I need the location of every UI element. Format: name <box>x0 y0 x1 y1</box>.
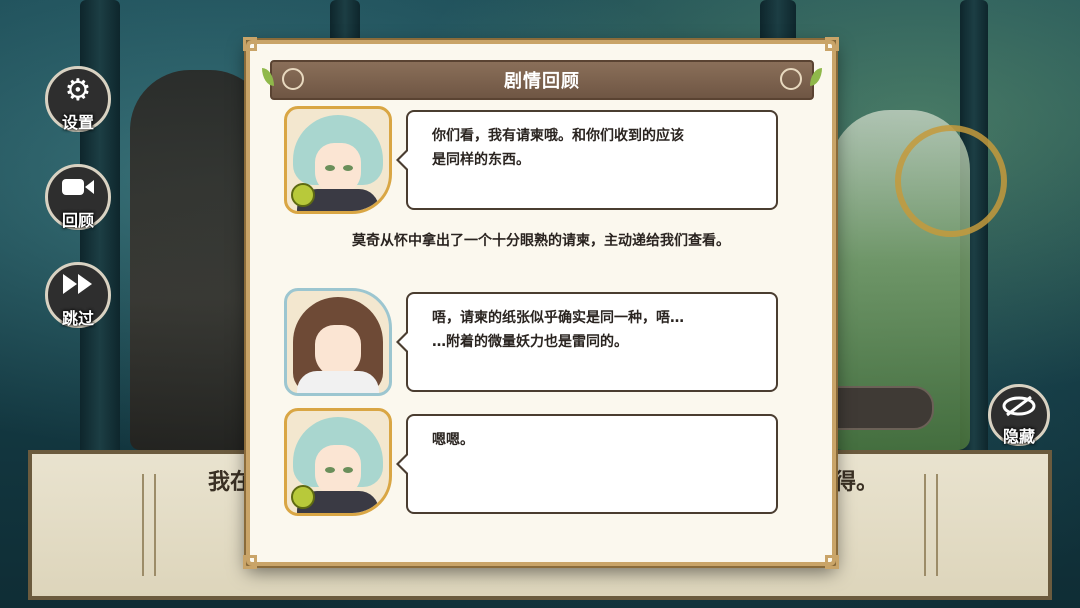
speech-line: 嗯嗯。 <box>432 432 474 448</box>
hide-ui-button[interactable]: 隐藏 <box>988 384 1050 446</box>
settings-button[interactable]: ⚙ 设置 <box>45 66 111 132</box>
speech-bubble: 嗯嗯。 <box>396 414 778 514</box>
narration-text: 莫奇从怀中拿出了一个十分眼熟的请柬，主动递给我们查看。 <box>352 233 730 249</box>
leaf-icon <box>810 68 822 86</box>
flower-ornament-icon <box>780 68 802 90</box>
dialogue-box-ornament <box>924 474 938 576</box>
panel-corner-ornament <box>243 37 257 51</box>
fast-forward-icon <box>61 272 95 302</box>
armillary-sphere-ornament <box>895 125 1007 237</box>
spiral-badge-icon <box>291 183 315 207</box>
speaker-nameplate <box>830 386 934 430</box>
green-hair-boy-avatar <box>284 106 392 214</box>
speech-line: …附着的微量妖力也是雷同的。 <box>432 334 628 350</box>
skip-label: 跳过 <box>61 309 94 328</box>
hide-label: 隐藏 <box>1002 427 1035 446</box>
green-hair-boy-avatar <box>284 408 392 516</box>
dialogue-box-ornament <box>142 474 156 576</box>
gear-icon: ⚙ <box>64 73 92 108</box>
panel-header: 剧情回顾 <box>262 60 822 100</box>
video-camera-icon <box>61 174 95 204</box>
speech-bubble: 你们看，我有请柬哦。和你们收到的应该 是同样的东西。 <box>396 110 778 210</box>
skip-button[interactable]: 跳过 <box>45 262 111 328</box>
speech-bubble: 唔，请柬的纸张似乎确实是同一种，唔… …附着的微量妖力也是雷同的。 <box>396 292 778 392</box>
flower-ornament-icon <box>282 68 304 90</box>
speech-line: 是同样的东西。 <box>432 152 530 168</box>
spiral-badge-icon <box>291 485 315 509</box>
review-label: 回顾 <box>61 211 94 230</box>
story-review-panel[interactable]: 剧情回顾 你们看，我有请柬哦。和你们收到的应该 是同样的东西。 莫奇从怀中拿出了… <box>243 37 839 569</box>
eye-slash-icon <box>1002 395 1036 421</box>
panel-corner-ornament <box>825 37 839 51</box>
speech-line: 你们看，我有请柬哦。和你们收到的应该 <box>432 128 684 144</box>
leaf-icon <box>262 68 274 86</box>
speech-line: 唔，请柬的纸张似乎确实是同一种，唔… <box>432 310 684 326</box>
settings-label: 设置 <box>61 113 94 132</box>
review-button[interactable]: 回顾 <box>45 164 111 230</box>
panel-corner-ornament <box>243 555 257 569</box>
brown-hair-girl-avatar <box>284 288 392 396</box>
panel-corner-ornament <box>825 555 839 569</box>
panel-title: 剧情回顾 <box>504 71 580 92</box>
